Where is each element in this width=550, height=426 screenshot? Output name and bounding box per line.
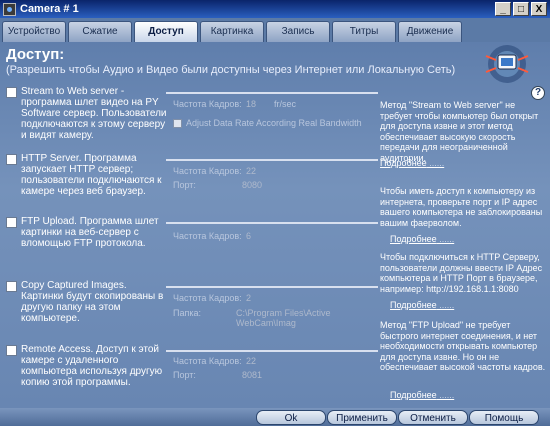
- section-divider: [166, 222, 378, 224]
- close-button[interactable]: X: [531, 2, 547, 16]
- section-divider: [166, 350, 378, 352]
- adjust-data-rate-label: Adjust Data Rate According Real Bandwidt…: [186, 118, 362, 128]
- page-title: Доступ:: [6, 46, 65, 63]
- info-http-server: Чтобы подключиться к HTTP Серверу, польз…: [380, 252, 543, 294]
- remote-framerate-value[interactable]: 22: [246, 356, 256, 366]
- http-framerate-value[interactable]: 22: [246, 166, 256, 176]
- copy-images-description: Copy Captured Images. Картинки будут ско…: [21, 280, 164, 324]
- section-divider: [166, 92, 378, 94]
- info-stream-to-web: Метод "Stream to Web server" не требует …: [380, 100, 539, 163]
- window-title: Camera # 1: [20, 3, 79, 15]
- tab-motion[interactable]: Движение: [398, 21, 462, 42]
- tab-recording[interactable]: Запись: [266, 21, 330, 42]
- ftp-upload-checkbox[interactable]: [6, 217, 17, 228]
- ftp-upload-description: FTP Upload. Программа шлет картинки на в…: [21, 216, 159, 249]
- minimize-button[interactable]: _: [495, 2, 511, 16]
- more-link-stream[interactable]: Подробнее: [380, 158, 444, 168]
- stream-to-web-checkbox[interactable]: [6, 87, 17, 98]
- stream-to-web-description: Stream to Web server - программа шлет ви…: [21, 86, 167, 141]
- section-divider: [166, 159, 378, 161]
- copy-framerate-value[interactable]: 2: [246, 293, 251, 303]
- stream-framerate-label: Частота Кадров:: [173, 99, 242, 109]
- section-http-server: HTTP Server. Программа запускает HTTP се…: [6, 153, 378, 213]
- stream-framerate-value[interactable]: 18: [246, 99, 256, 109]
- info-firewall: Чтобы иметь доступ к компьютеру из интер…: [380, 186, 543, 228]
- info-ftp-upload: Метод "FTP Upload" не требует быстрого и…: [380, 320, 546, 372]
- access-panel: Доступ: (Разрешить чтобы Аудио и Видео б…: [0, 42, 550, 408]
- ftp-framerate-label: Частота Кадров:: [173, 231, 242, 241]
- copy-framerate-label: Частота Кадров:: [173, 293, 242, 303]
- http-framerate-label: Частота Кадров:: [173, 166, 242, 176]
- window-titlebar: Camera # 1 _ □ X: [0, 0, 550, 18]
- ok-button[interactable]: Ok: [256, 410, 326, 425]
- help-button[interactable]: Помощь: [469, 410, 539, 425]
- remote-port-label: Порт:: [173, 370, 196, 380]
- more-link-firewall[interactable]: Подробнее: [390, 234, 454, 244]
- more-link-ftp[interactable]: Подробнее: [390, 390, 454, 400]
- camera-app-icon: [3, 2, 16, 16]
- http-port-label: Порт:: [173, 180, 196, 190]
- copy-folder-value[interactable]: C:\Program Files\Active WebCam\Imag: [236, 308, 376, 328]
- tab-bar: Устройство Сжатие Доступ Картинка Запись…: [0, 18, 550, 42]
- page-subtitle: (Разрешить чтобы Аудио и Видео были дост…: [6, 64, 456, 76]
- remote-access-description: Remote Access. Доступ к этой камере с уд…: [21, 344, 163, 388]
- http-port-value[interactable]: 8080: [242, 180, 262, 190]
- more-link-http[interactable]: Подробнее: [390, 300, 454, 310]
- webcam-logo-icon: [485, 45, 529, 83]
- section-remote-access: Remote Access. Доступ к этой камере с уд…: [6, 344, 378, 404]
- copy-images-checkbox[interactable]: [6, 281, 17, 292]
- remote-port-value[interactable]: 8081: [242, 370, 262, 380]
- help-icon[interactable]: ?: [531, 86, 545, 100]
- maximize-button[interactable]: □: [513, 2, 529, 16]
- bottom-button-bar: Ok Применить Отменить Помощь: [0, 408, 550, 426]
- http-server-checkbox[interactable]: [6, 154, 17, 165]
- tab-device[interactable]: Устройство: [2, 21, 66, 42]
- copy-folder-label: Папка:: [173, 308, 201, 318]
- tab-compression[interactable]: Сжатие: [68, 21, 132, 42]
- apply-button[interactable]: Применить: [327, 410, 397, 425]
- adjust-data-rate-checkbox[interactable]: [173, 119, 182, 128]
- section-copy-images: Copy Captured Images. Картинки будут ско…: [6, 280, 378, 340]
- section-ftp-upload: FTP Upload. Программа шлет картинки на в…: [6, 216, 378, 266]
- remote-access-checkbox[interactable]: [6, 345, 17, 356]
- remote-framerate-label: Частота Кадров:: [173, 356, 242, 366]
- ftp-framerate-value[interactable]: 6: [246, 231, 251, 241]
- tab-picture[interactable]: Картинка: [200, 21, 264, 42]
- http-server-description: HTTP Server. Программа запускает HTTP се…: [21, 153, 162, 197]
- stream-framerate-unit: fr/sec: [274, 99, 297, 109]
- tab-access[interactable]: Доступ: [134, 21, 198, 42]
- cancel-button[interactable]: Отменить: [398, 410, 468, 425]
- section-divider: [166, 286, 378, 288]
- tab-captions[interactable]: Титры: [332, 21, 396, 42]
